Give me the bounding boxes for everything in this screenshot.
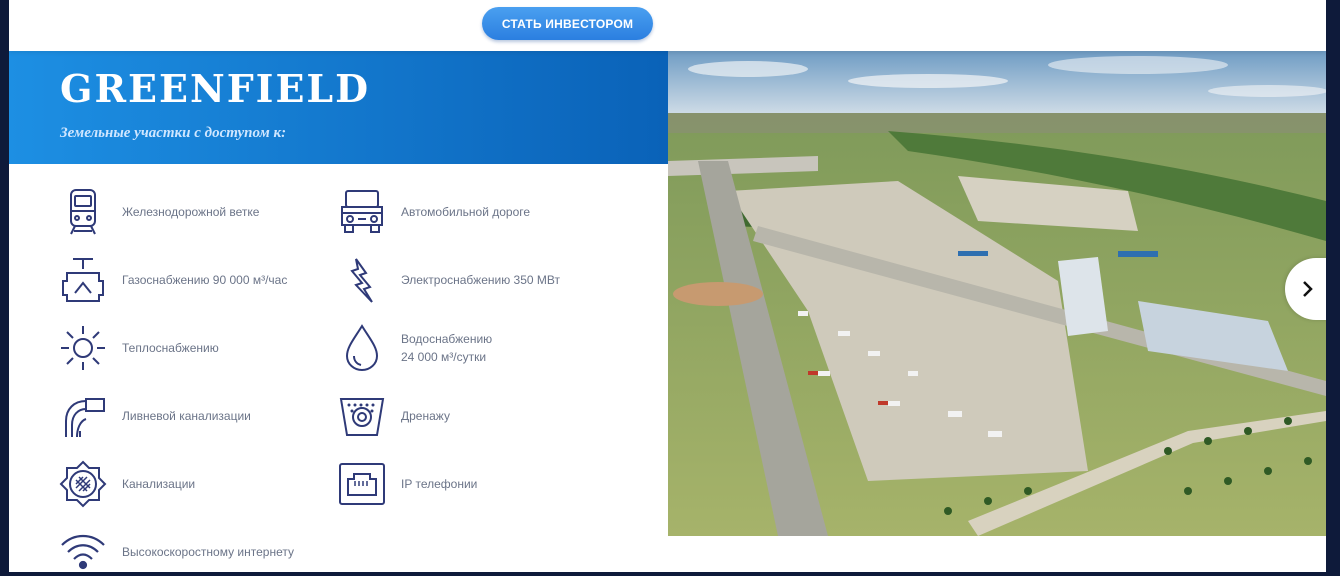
feature-label: Электроснабжению 350 МВт xyxy=(401,273,560,287)
feature-electricity: Электроснабжению 350 МВт xyxy=(336,254,560,306)
feature-label: Автомобильной дороге xyxy=(401,205,531,219)
top-bar: СТАТЬ ИНВЕСТОРОМ xyxy=(9,0,1326,51)
feature-drainage: Дренажу xyxy=(336,390,450,442)
page-frame: СТАТЬ ИНВЕСТОРОМ GREENFIELD Земельные уч… xyxy=(9,0,1326,572)
become-investor-button[interactable]: СТАТЬ ИНВЕСТОРОМ xyxy=(482,7,653,40)
bottom-strip xyxy=(0,572,1340,576)
ethernet-port-icon xyxy=(336,458,388,510)
feature-label: IP телефонии xyxy=(401,477,478,491)
train-icon xyxy=(57,186,109,238)
lightning-icon xyxy=(336,254,388,306)
truck-icon xyxy=(336,186,388,238)
feature-label: Теплоснабжению xyxy=(122,341,219,355)
feature-label: Канализации xyxy=(122,477,196,491)
drainage-icon xyxy=(336,390,388,442)
feature-label: Водоснабжению 24 000 м³/сутки xyxy=(401,330,492,366)
feature-label: Ливневой канализации xyxy=(122,409,251,423)
feature-storm-sewer: Ливневой канализации xyxy=(57,390,251,442)
sun-icon xyxy=(57,322,109,374)
feature-internet: Высокоскоростному интернету xyxy=(57,526,294,572)
feature-gas: Газоснабжению 90 000 м³/час xyxy=(57,254,287,306)
chevron-right-icon xyxy=(1303,281,1313,297)
feature-ip-telephony: IP телефонии xyxy=(336,458,477,510)
feature-sewer: Канализации xyxy=(57,458,195,510)
feature-label: Железнодорожной ветке xyxy=(122,205,260,219)
storm-drain-icon xyxy=(57,390,109,442)
hero-banner: GREENFIELD Земельные участки с доступом … xyxy=(9,51,668,164)
feature-railway: Железнодорожной ветке xyxy=(57,186,259,238)
feature-label: Высокоскоростному интернету xyxy=(122,545,294,559)
water-drop-icon xyxy=(336,322,388,374)
feature-label: Газоснабжению 90 000 м³/час xyxy=(122,273,288,287)
gas-valve-icon xyxy=(57,254,109,306)
feature-label: Дренажу xyxy=(401,409,450,423)
feature-heat: Теплоснабжению xyxy=(57,322,219,374)
feature-road: Автомобильной дороге xyxy=(336,186,530,238)
hero-title: GREENFIELD xyxy=(60,66,371,111)
feature-water: Водоснабжению 24 000 м³/сутки xyxy=(336,322,492,374)
feature-label-line2: 24 000 м³/сутки xyxy=(401,350,487,364)
wifi-icon xyxy=(57,526,109,572)
hero-subtitle: Земельные участки с доступом к: xyxy=(60,125,287,141)
sewer-icon xyxy=(57,458,109,510)
feature-label-line1: Водоснабжению xyxy=(401,332,493,346)
aerial-photo xyxy=(668,51,1326,536)
